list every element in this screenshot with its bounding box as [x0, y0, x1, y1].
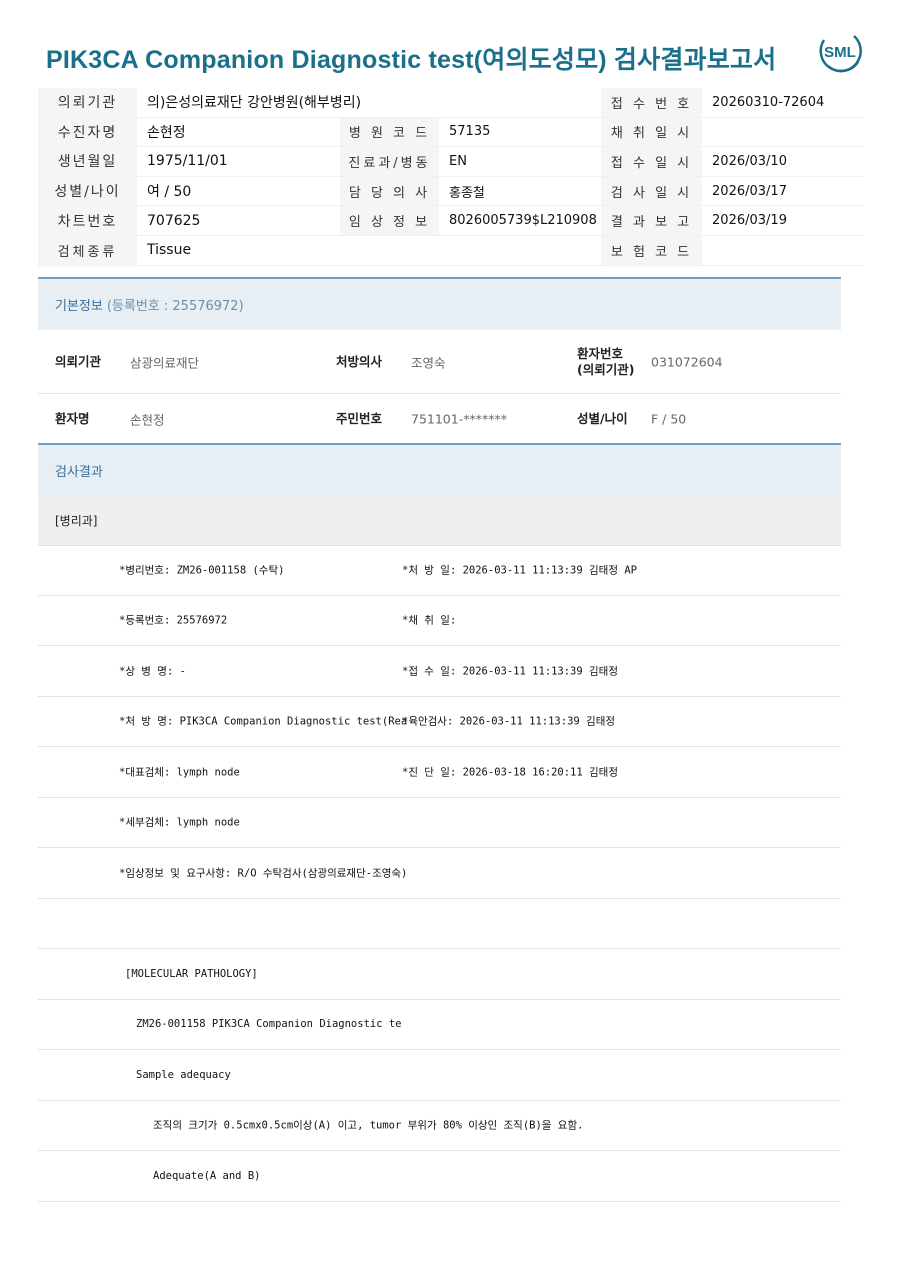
result-line-right: *진 단 일: 2026-03-18 16:20:11 김태정: [402, 766, 618, 779]
result-line-left: 조직의 크기가 0.5cmx0.5cm이상(A) 이고, tumor 부위가 8…: [153, 1119, 584, 1132]
result-line: *등록번호: 25576972 *채 취 일:: [38, 596, 841, 646]
header-label: 담 당 의 사: [340, 176, 439, 207]
result-line-right: *채 취 일:: [402, 614, 457, 627]
svg-text:SML: SML: [824, 44, 856, 61]
header-label: 생년월일: [38, 146, 137, 177]
basic-info-key: 환자명: [55, 411, 90, 426]
result-line: *대표검체: lymph node *진 단 일: 2026-03-18 16:2…: [38, 747, 841, 798]
basic-info-value: 031072604: [651, 354, 723, 369]
result-line-left: [MOLECULAR PATHOLOGY]: [125, 967, 258, 980]
result-line-left: *병리번호: ZM26-001158 (수탁): [119, 564, 285, 577]
result-line-left: Sample adequacy: [136, 1068, 231, 1081]
result-line-right: *육안검사: 2026-03-11 11:13:39 김태정: [402, 715, 616, 728]
header-value: [702, 235, 865, 266]
result-line-left: *처 방 명: PIK3CA Companion Diagnostic test…: [119, 715, 408, 728]
basic-info-key: 의뢰기관: [55, 353, 102, 369]
header-value: EN: [439, 146, 602, 177]
header-row: 의뢰기관 의)은성의료재단 강안병원(해부병리) 접 수 번 호 20260310-7…: [38, 88, 865, 118]
header-row: 검체종류 Tissue 보 험 코 드: [38, 235, 865, 266]
result-lines: *병리번호: ZM26-001158 (수탁) *처 방 일: 2026-03-1…: [38, 545, 841, 1202]
result-line-left: *상 병 명: -: [119, 665, 186, 678]
header-label: 진료과/병동: [340, 146, 439, 177]
result-line: *상 병 명: - *접 수 일: 2026-03-11 11:13:39 김태정: [38, 646, 841, 697]
header-value: 57135: [439, 117, 602, 148]
result-line-left: *대표검체: lymph node: [119, 766, 240, 779]
basic-info-heading: 기본정보 (등록번호 : 25576972): [38, 277, 841, 330]
result-line: [MOLECULAR PATHOLOGY]: [38, 949, 841, 1000]
basic-info-row: 환자명 손현정 주민번호 751101-******* 성별/나이 F / 50: [38, 394, 841, 445]
result-line-left: *임상정보 및 요구사항: R/O 수탁검사(삼광의료재단-조영숙): [119, 867, 408, 880]
basic-info-value: 손현정: [130, 412, 165, 428]
header-label: 검체종류: [38, 235, 137, 266]
header-label: 병 원 코 드: [340, 117, 439, 148]
header-label: 채 취 일 시: [601, 117, 703, 148]
result-line: *세부검체: lymph node: [38, 798, 841, 848]
header-value: 2026/03/10: [702, 146, 865, 177]
result-line-right: *접 수 일: 2026-03-11 11:13:39 김태정: [402, 665, 618, 678]
header-label: 접 수 일 시: [601, 146, 703, 177]
header-value: 2026/03/19: [702, 205, 865, 236]
result-line-right: *처 방 일: 2026-03-11 11:13:39 김태정 AP: [402, 564, 637, 577]
department-label: [병리과]: [38, 496, 841, 546]
header-value: 의)은성의료재단 강안병원(해부병리): [137, 88, 602, 118]
header-label: 성별/나이: [38, 176, 137, 207]
result-line: *임상정보 및 요구사항: R/O 수탁검사(삼광의료재단-조영숙): [38, 848, 841, 899]
report-title: PIK3CA Companion Diagnostic test(여의도성모) …: [46, 46, 777, 74]
result-line: ZM26-001158 PIK3CA Companion Diagnostic …: [38, 1000, 841, 1050]
result-line: *처 방 명: PIK3CA Companion Diagnostic test…: [38, 697, 841, 747]
header-value: 8026005739$L210908: [439, 205, 602, 236]
result-line: [38, 899, 841, 949]
basic-info-row: 의뢰기관 삼광의료재단 처방의사 조영숙 환자번호 (의뢰기관) 031072604: [38, 330, 841, 394]
basic-info-section: 기본정보 (등록번호 : 25576972) 의뢰기관 삼광의료재단 처방의사 조영숙 환…: [38, 277, 841, 445]
basic-info-key: 처방의사: [336, 353, 383, 369]
result-section: 검사결과 [병리과]: [38, 443, 841, 546]
header-value: 홍종철: [439, 176, 602, 207]
basic-info-key: 환자번호 (의뢰기관): [577, 346, 635, 377]
basic-info-value: F / 50: [651, 411, 687, 427]
header-value: 20260310-72604: [702, 88, 865, 118]
header-value: Tissue: [137, 235, 602, 266]
header-label: 접 수 번 호: [601, 88, 703, 118]
patient-header-table: 의뢰기관 의)은성의료재단 강안병원(해부병리) 접 수 번 호 20260310-7…: [38, 88, 865, 266]
basic-info-key: 주민번호: [336, 411, 383, 426]
header-value: 707625: [137, 205, 340, 236]
header-label: 보 험 코 드: [601, 235, 703, 266]
header-label: 결 과 보 고: [601, 205, 703, 236]
header-label: 차트번호: [38, 205, 137, 236]
basic-info-value: 751101-*******: [411, 411, 507, 427]
header-row: 수진자명 손현정 병 원 코 드 57135 채 취 일 시: [38, 117, 865, 148]
header-label: 수진자명: [38, 117, 137, 148]
result-line: Adequate(A and B): [38, 1151, 841, 1202]
header-value: 2026/03/17: [702, 176, 865, 207]
header-value: 손현정: [137, 117, 340, 148]
header-value: [702, 117, 865, 148]
result-line: Sample adequacy: [38, 1050, 841, 1101]
result-heading: 검사결과: [38, 443, 841, 496]
result-line-left: *세부검체: lymph node: [119, 816, 240, 829]
result-line-left: ZM26-001158 PIK3CA Companion Diagnostic …: [136, 1018, 402, 1031]
header-label: 검 사 일 시: [601, 176, 703, 207]
basic-info-value: 삼광의료재단: [130, 355, 200, 370]
sml-logo: SML: [819, 35, 862, 73]
basic-info-value: 조영숙: [411, 355, 446, 370]
header-label: 의뢰기관: [38, 88, 137, 118]
header-row: 생년월일 1975/11/01 진료과/병동 EN 접 수 일 시 2026/03/10: [38, 146, 865, 177]
header-value: 여 / 50: [137, 176, 340, 207]
result-line-left: *등록번호: 25576972: [119, 614, 228, 627]
header-label: 임 상 정 보: [340, 205, 439, 236]
basic-info-key: 성별/나이: [577, 411, 628, 426]
header-value: 1975/11/01: [137, 146, 340, 177]
header-row: 차트번호 707625 임 상 정 보 8026005739$L210908 결 과 보…: [38, 205, 865, 236]
header-row: 성별/나이 여 / 50 담 당 의 사 홍종철 검 사 일 시 2026/03/17: [38, 176, 865, 207]
result-line-left: Adequate(A and B): [153, 1169, 261, 1182]
result-line: 조직의 크기가 0.5cmx0.5cm이상(A) 이고, tumor 부위가 8…: [38, 1101, 841, 1151]
result-line: *병리번호: ZM26-001158 (수탁) *처 방 일: 2026-03-1…: [38, 545, 841, 596]
